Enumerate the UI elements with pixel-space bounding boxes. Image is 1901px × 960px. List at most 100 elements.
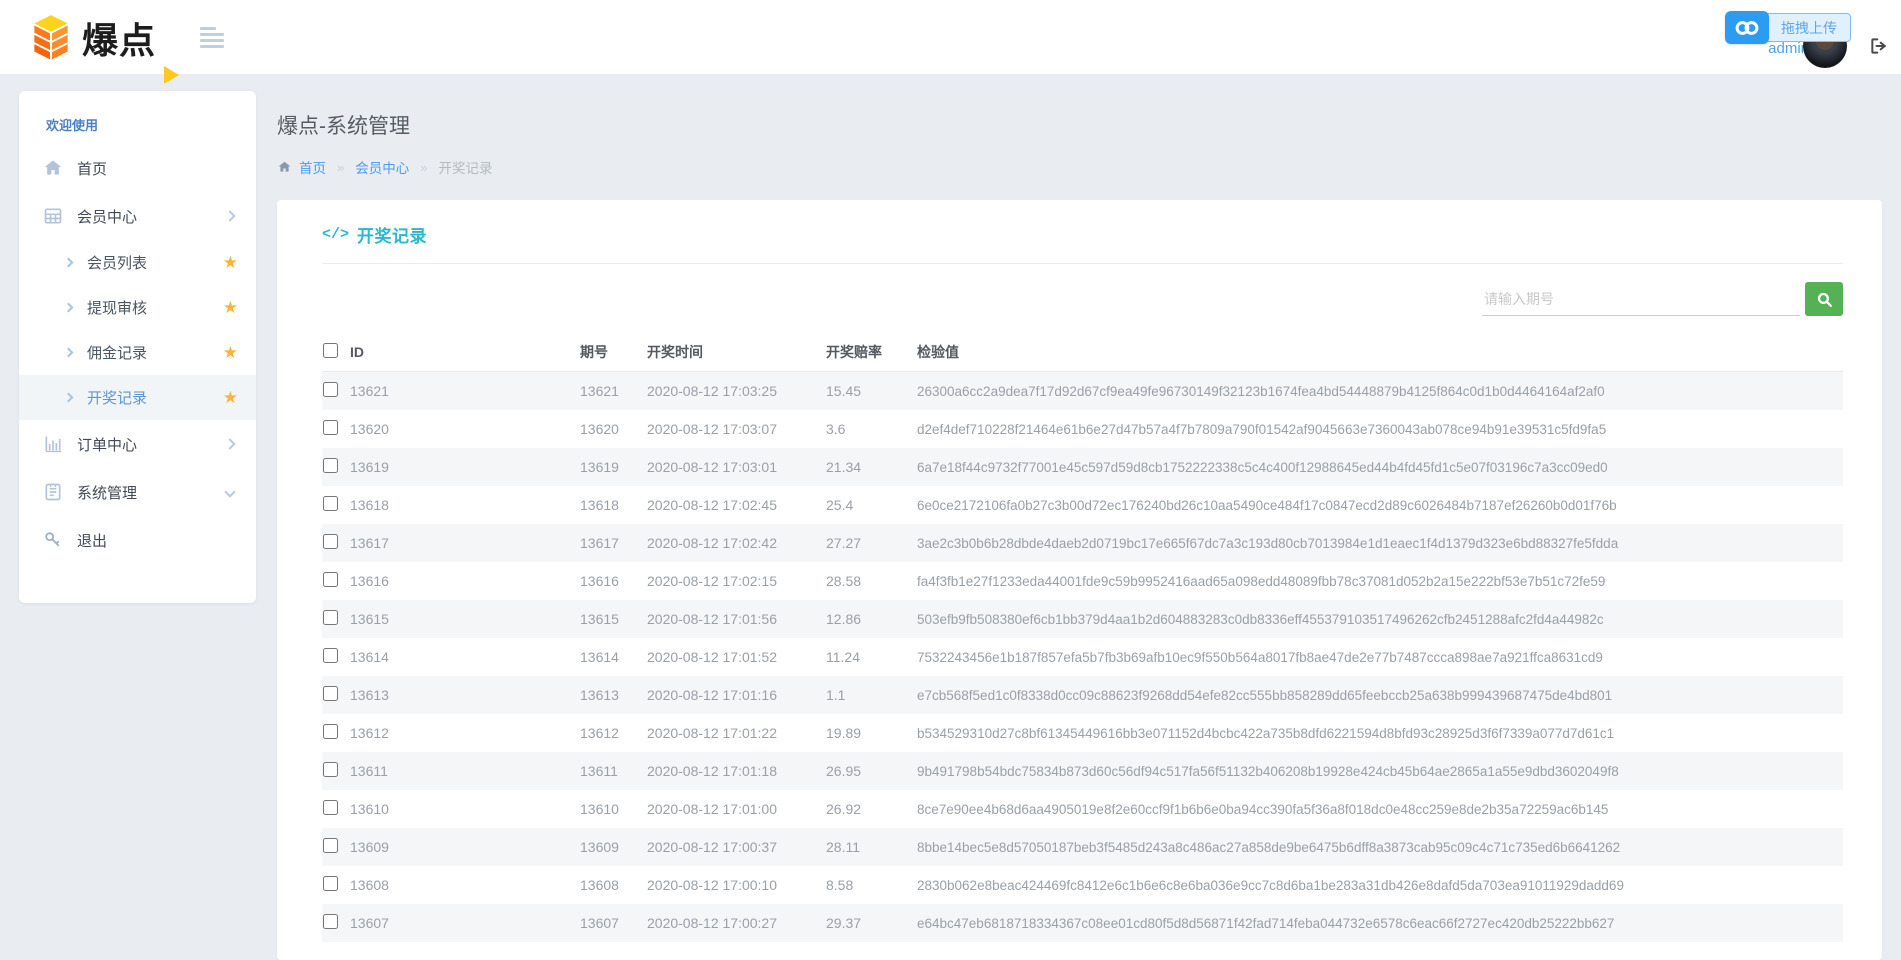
table-row: 13620 13620 2020-08-12 17:03:07 3.6 d2ef… bbox=[322, 410, 1843, 448]
breadcrumb-section-link[interactable]: 会员中心 bbox=[355, 157, 409, 177]
menu-toggle-icon[interactable] bbox=[200, 27, 224, 47]
cell-period: 13612 bbox=[580, 725, 647, 741]
column-header-period: 期号 bbox=[580, 342, 647, 362]
brand-play-icon bbox=[164, 66, 179, 84]
brand-logo[interactable]: 爆点 bbox=[26, 12, 156, 64]
cell-odds: 12.86 bbox=[826, 611, 917, 627]
cell-id: 13616 bbox=[350, 573, 580, 589]
cell-odds: 21.34 bbox=[826, 459, 917, 475]
row-checkbox[interactable] bbox=[323, 876, 338, 891]
chevron-right-icon bbox=[64, 393, 74, 403]
table-row: 13621 13621 2020-08-12 17:03:25 15.45 26… bbox=[322, 372, 1843, 410]
cell-odds: 29.37 bbox=[826, 915, 917, 931]
cell-period: 13621 bbox=[580, 383, 647, 399]
cell-period: 13613 bbox=[580, 687, 647, 703]
cell-id: 13617 bbox=[350, 535, 580, 551]
search-row bbox=[322, 282, 1843, 316]
row-checkbox[interactable] bbox=[323, 724, 338, 739]
table-row: 13619 13619 2020-08-12 17:03:01 21.34 6a… bbox=[322, 448, 1843, 486]
topbar: 爆点 admin 拖拽上传 bbox=[0, 0, 1901, 74]
upload-badge[interactable]: 拖拽上传 bbox=[1725, 11, 1851, 44]
sidebar-item-draw-records[interactable]: 开奖记录 ★ bbox=[19, 375, 256, 420]
table-row: 13613 13613 2020-08-12 17:01:16 1.1 e7cb… bbox=[322, 676, 1843, 714]
row-checkbox[interactable] bbox=[323, 800, 338, 815]
code-icon: </> bbox=[322, 226, 349, 243]
row-checkbox[interactable] bbox=[323, 838, 338, 853]
column-header-id: ID bbox=[350, 344, 580, 360]
sidebar-item-order-center[interactable]: 订单中心 bbox=[19, 420, 256, 468]
cell-odds: 8.58 bbox=[826, 877, 917, 893]
sidebar-item-home[interactable]: 首页 bbox=[19, 144, 256, 192]
row-checkbox[interactable] bbox=[323, 686, 338, 701]
cell-id: 13607 bbox=[350, 915, 580, 931]
breadcrumb-separator: » bbox=[420, 160, 427, 175]
cell-id: 13610 bbox=[350, 801, 580, 817]
search-icon bbox=[1816, 291, 1833, 308]
cell-hash: d2ef4def710228f21464e61b6e27d47b57a4f7b7… bbox=[917, 422, 1843, 437]
chevron-right-icon bbox=[224, 210, 235, 221]
row-checkbox[interactable] bbox=[323, 610, 338, 625]
star-icon: ★ bbox=[223, 388, 238, 408]
cell-hash: 3ae2c3b0b6b28dbde4daeb2d0719bc17e665f67d… bbox=[917, 536, 1843, 551]
table-header-row: ID 期号 开奖时间 开奖赔率 检验值 bbox=[322, 332, 1843, 372]
row-checkbox[interactable] bbox=[323, 496, 338, 511]
records-panel: </> 开奖记录 ID 期号 开奖时间 开奖赔率 检验值 bbox=[277, 200, 1882, 960]
chevron-down-icon bbox=[224, 486, 235, 497]
select-all-checkbox[interactable] bbox=[323, 343, 338, 358]
search-input[interactable] bbox=[1482, 283, 1800, 316]
cell-hash: 2830b062e8beac424469fc8412e6c1b6e6c8e6ba… bbox=[917, 878, 1843, 893]
cell-time: 2020-08-12 17:01:18 bbox=[647, 763, 826, 779]
cell-time: 2020-08-12 17:02:45 bbox=[647, 497, 826, 513]
row-checkbox[interactable] bbox=[323, 382, 338, 397]
table-row: 13611 13611 2020-08-12 17:01:18 26.95 9b… bbox=[322, 752, 1843, 790]
cell-time: 2020-08-12 17:03:01 bbox=[647, 459, 826, 475]
cell-id: 13618 bbox=[350, 497, 580, 513]
sidebar-item-withdraw-review[interactable]: 提现审核 ★ bbox=[19, 285, 256, 330]
cell-time: 2020-08-12 17:00:27 bbox=[647, 915, 826, 931]
panel-header: </> 开奖记录 bbox=[322, 222, 1843, 264]
search-button[interactable] bbox=[1805, 282, 1843, 316]
sidebar-welcome-label: 欢迎使用 bbox=[19, 115, 256, 134]
sidebar-item-member-center[interactable]: 会员中心 bbox=[19, 192, 256, 240]
cell-period: 13609 bbox=[580, 839, 647, 855]
row-checkbox[interactable] bbox=[323, 648, 338, 663]
column-header-odds: 开奖赔率 bbox=[826, 342, 917, 362]
logout-icon[interactable] bbox=[1869, 36, 1889, 56]
cell-hash: 503efb9fb508380ef6cb1bb379d4aa1b2d604883… bbox=[917, 612, 1843, 627]
row-checkbox[interactable] bbox=[323, 458, 338, 473]
cell-period: 13618 bbox=[580, 497, 647, 513]
table-row: 13614 13614 2020-08-12 17:01:52 11.24 75… bbox=[322, 638, 1843, 676]
cell-id: 13609 bbox=[350, 839, 580, 855]
row-checkbox[interactable] bbox=[323, 572, 338, 587]
chevron-right-icon bbox=[224, 438, 235, 449]
sidebar-item-commission-records[interactable]: 佣金记录 ★ bbox=[19, 330, 256, 375]
cell-odds: 19.89 bbox=[826, 725, 917, 741]
breadcrumb-separator: » bbox=[337, 160, 344, 175]
breadcrumb-home-link[interactable]: 首页 bbox=[299, 157, 326, 177]
panel-title: 开奖记录 bbox=[357, 222, 427, 247]
brand-name: 爆点 bbox=[82, 12, 156, 64]
row-checkbox[interactable] bbox=[323, 420, 338, 435]
row-checkbox[interactable] bbox=[323, 534, 338, 549]
table-row: 13607 13607 2020-08-12 17:00:27 29.37 e6… bbox=[322, 904, 1843, 942]
cloud-disk-icon[interactable] bbox=[1725, 11, 1769, 44]
chevron-right-icon bbox=[64, 258, 74, 268]
cell-id: 13619 bbox=[350, 459, 580, 475]
records-table: ID 期号 开奖时间 开奖赔率 检验值 13621 13621 2020-08-… bbox=[322, 332, 1843, 942]
table-row: 13608 13608 2020-08-12 17:00:10 8.58 283… bbox=[322, 866, 1843, 904]
drag-upload-button[interactable]: 拖拽上传 bbox=[1763, 13, 1851, 42]
sidebar: 欢迎使用 首页 会员中心 会员列表 ★ 提现审核 ★ 佣金记录 ★ 开奖记录 ★ bbox=[19, 91, 256, 603]
cell-period: 13607 bbox=[580, 915, 647, 931]
breadcrumb: 首页 » 会员中心 » 开奖记录 bbox=[277, 157, 1882, 177]
cell-time: 2020-08-12 17:00:37 bbox=[647, 839, 826, 855]
table-row: 13618 13618 2020-08-12 17:02:45 25.4 6e0… bbox=[322, 486, 1843, 524]
sidebar-item-member-list[interactable]: 会员列表 ★ bbox=[19, 240, 256, 285]
cell-hash: 7532243456e1b187f857efa5b7fb3b69afb10ec9… bbox=[917, 650, 1843, 665]
home-icon bbox=[277, 160, 292, 174]
cell-id: 13611 bbox=[350, 763, 580, 779]
row-checkbox[interactable] bbox=[323, 914, 338, 929]
sidebar-item-system-management[interactable]: 系统管理 bbox=[19, 468, 256, 516]
cell-time: 2020-08-12 17:01:56 bbox=[647, 611, 826, 627]
sidebar-item-logout[interactable]: 退出 bbox=[19, 516, 256, 564]
row-checkbox[interactable] bbox=[323, 762, 338, 777]
